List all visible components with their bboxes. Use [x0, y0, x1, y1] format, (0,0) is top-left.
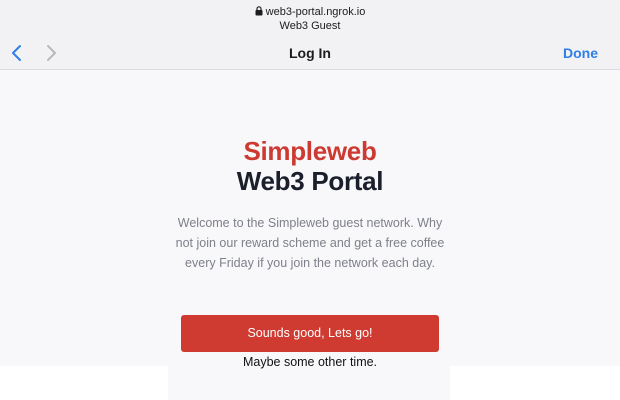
site-name: Web3 Guest — [279, 20, 341, 32]
url-bar[interactable]: web3-portal.ngrok.io — [0, 6, 620, 20]
page-title: Log In — [289, 45, 331, 61]
decline-link[interactable]: Maybe some other time. — [0, 355, 620, 369]
bottom-background-left — [0, 366, 168, 400]
done-button[interactable]: Done — [563, 45, 598, 61]
portal-title: Web3 Portal — [236, 166, 384, 196]
portal-content: Simpleweb Web3 Portal Welcome to the Sim… — [0, 70, 620, 366]
screen: web3-portal.ngrok.io Web3 Guest Log In D… — [0, 0, 620, 400]
lock-icon — [255, 6, 263, 20]
brand-name: Simpleweb — [243, 136, 377, 166]
bottom-background-right — [450, 366, 620, 400]
welcome-text: Welcome to the Simpleweb guest network. … — [175, 216, 445, 270]
browser-chrome: web3-portal.ngrok.io Web3 Guest Log In D… — [0, 0, 620, 70]
url-text: web3-portal.ngrok.io — [265, 6, 366, 18]
bottom-panel — [168, 366, 450, 400]
accept-button[interactable]: Sounds good, Lets go! — [181, 315, 439, 352]
